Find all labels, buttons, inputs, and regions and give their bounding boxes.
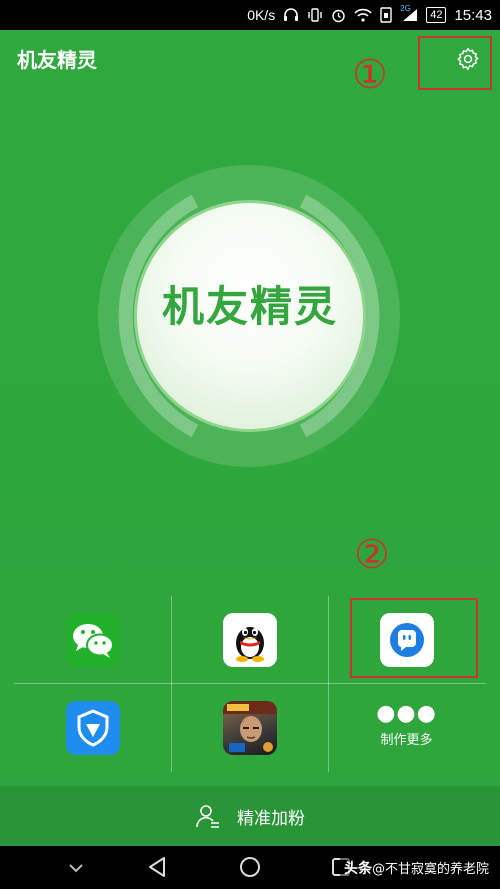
vibrate-icon: [307, 8, 323, 22]
chevron-down-icon[interactable]: [66, 860, 86, 879]
center-label: 机友精灵: [161, 281, 338, 331]
signal-icon: 2G: [400, 4, 418, 22]
user-icon: [196, 805, 219, 828]
precise-fans-button[interactable]: 精准加粉: [0, 786, 500, 846]
watermark-handle: @不甘寂寞的养老院: [372, 862, 490, 877]
net-speed: 0K/s: [247, 7, 276, 23]
app-cell-game[interactable]: [171, 684, 328, 771]
wifi-icon: [354, 8, 372, 22]
status-bar: 0K/s 2G 42 15:43: [0, 0, 500, 30]
precise-fans-label: 精准加粉: [237, 808, 305, 829]
annotation-box-chat: [350, 598, 478, 678]
shield-icon: [65, 700, 120, 755]
annotation-box-settings: [418, 36, 492, 90]
make-more-label: 制作更多: [380, 733, 433, 748]
network-type: 2G: [400, 4, 411, 13]
game-icon: [222, 700, 277, 755]
app-cell-qq[interactable]: [171, 596, 328, 683]
make-more-button[interactable]: ●●● 制作更多: [328, 684, 485, 771]
center-button[interactable]: 机友精灵: [134, 200, 366, 432]
clock: 15:43: [454, 6, 492, 24]
app-title: 机友精灵: [17, 48, 97, 72]
headphone-icon: [283, 8, 299, 22]
annotation-marker-1: ①: [352, 52, 388, 98]
watermark-source: 头条: [344, 861, 372, 877]
alarm-icon: [331, 8, 346, 23]
wechat-icon: [65, 612, 120, 667]
app-cell-tencent-guard[interactable]: [14, 684, 171, 771]
watermark: 头条@不甘寂寞的养老院: [340, 856, 494, 880]
more-dots-icon: ●●●: [376, 701, 437, 726]
home-icon[interactable]: [239, 856, 261, 882]
battery-indicator: 42: [426, 7, 447, 23]
back-icon[interactable]: [146, 856, 168, 882]
qq-penguin-icon: [222, 612, 277, 667]
app-cell-wechat[interactable]: [14, 596, 171, 683]
annotation-marker-2: ②: [354, 532, 390, 578]
sim-icon: [380, 7, 392, 23]
